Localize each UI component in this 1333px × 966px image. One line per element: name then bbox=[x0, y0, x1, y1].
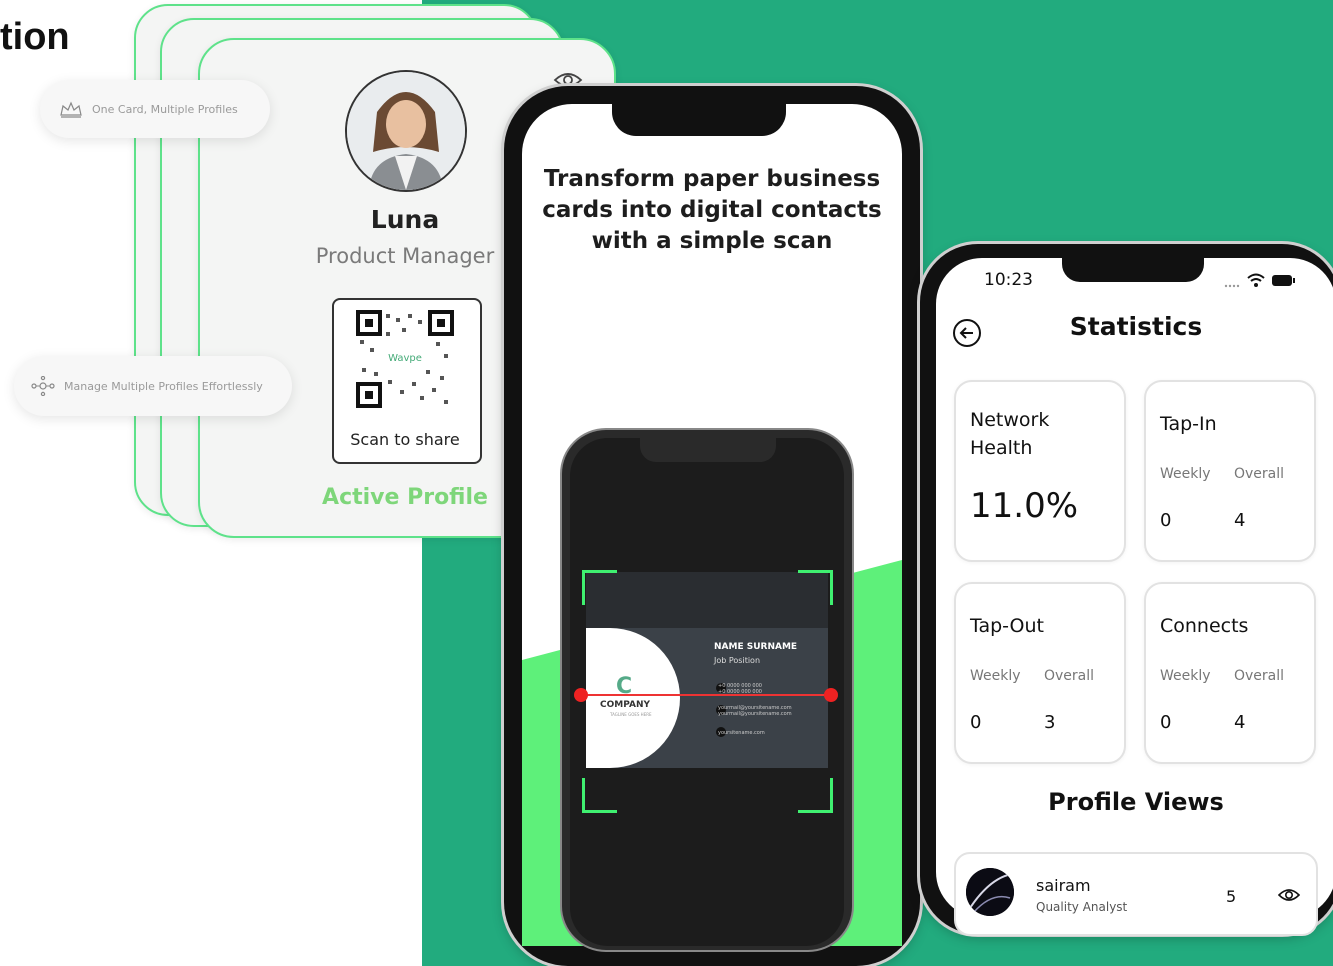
network-health-value: 11.0% bbox=[970, 486, 1079, 526]
connects-weekly-value: 0 bbox=[1160, 712, 1172, 733]
card-company: COMPANY bbox=[600, 700, 650, 710]
tap-out-weekly-value: 0 bbox=[970, 712, 982, 733]
scan-corner-top-left bbox=[582, 570, 617, 605]
network-icon bbox=[30, 376, 56, 396]
tap-out-label: Tap-Out bbox=[970, 615, 1044, 637]
connects-weekly-label: Weekly bbox=[1160, 668, 1211, 684]
inner-phone-notch bbox=[640, 438, 776, 462]
statistics-title: Statistics bbox=[1069, 312, 1203, 341]
status-time: 10:23 bbox=[984, 270, 1033, 290]
tap-in-weekly-label: Weekly bbox=[1160, 466, 1211, 482]
pill-label: One Card, Multiple Profiles bbox=[92, 102, 238, 116]
stats-phone-notch bbox=[1062, 254, 1204, 282]
headline-line: with a simple scan bbox=[591, 228, 833, 254]
scan-dot-left bbox=[574, 688, 588, 702]
network-health-label: Network Health bbox=[970, 406, 1049, 462]
tap-out-overall-label: Overall bbox=[1044, 668, 1095, 684]
wifi-icon bbox=[1247, 273, 1265, 287]
network-label-line: Network bbox=[970, 409, 1050, 431]
feature-pill-manage: Manage Multiple Profiles Effortlessly bbox=[14, 356, 292, 416]
scan-corner-bottom-left bbox=[582, 778, 617, 813]
viewer-name: sairam bbox=[1036, 876, 1091, 895]
status-bar-icons bbox=[1222, 272, 1312, 290]
pill-label: Manage Multiple Profiles Effortlessly bbox=[64, 379, 263, 393]
tap-out-overall-value: 3 bbox=[1044, 712, 1056, 733]
scan-dot-right bbox=[824, 688, 838, 702]
feature-pill-one-card: One Card, Multiple Profiles bbox=[40, 80, 270, 138]
scan-to-share-label: Scan to share bbox=[350, 430, 460, 449]
profile-name: Luna bbox=[370, 205, 440, 234]
connects-overall-label: Overall bbox=[1234, 668, 1285, 684]
tap-in-label: Tap-In bbox=[1160, 413, 1217, 435]
phone-notch bbox=[612, 100, 786, 136]
card-email-2: yourmail@yoursitename.com bbox=[718, 711, 792, 717]
eye-icon[interactable] bbox=[1278, 886, 1300, 904]
page-heading: tion bbox=[0, 16, 70, 58]
profile-views-title: Profile Views bbox=[1048, 788, 1224, 816]
connects-label: Connects bbox=[1160, 615, 1249, 637]
card-job: Job Position bbox=[714, 656, 761, 665]
avatar bbox=[345, 70, 467, 192]
scan-line bbox=[582, 694, 832, 696]
qr-code-icon: Wavpe bbox=[356, 310, 454, 408]
scanner-headline: Transform paper business cards into digi… bbox=[524, 164, 900, 257]
card-name: NAME SURNAME bbox=[714, 642, 798, 652]
qr-brand-text: Wavpe bbox=[388, 353, 422, 364]
headline-line: Transform paper business bbox=[543, 166, 881, 192]
back-arrow-icon[interactable] bbox=[952, 318, 982, 348]
headline-line: cards into digital contacts bbox=[542, 197, 882, 223]
health-label-line: Health bbox=[970, 437, 1033, 459]
crown-icon bbox=[58, 99, 84, 119]
business-card-shadow bbox=[586, 572, 828, 628]
view-count: 5 bbox=[1226, 887, 1237, 906]
scan-corner-top-right bbox=[798, 570, 833, 605]
battery-icon bbox=[1272, 275, 1295, 286]
card-tagline: TAGLINE GOES HERE bbox=[610, 712, 652, 717]
viewer-role: Quality Analyst bbox=[1036, 900, 1128, 914]
scan-corner-bottom-right bbox=[798, 778, 833, 813]
active-profile-status: Active Profile bbox=[322, 485, 488, 510]
signal-icon bbox=[1224, 284, 1240, 288]
card-site: yoursitename.com bbox=[718, 730, 765, 736]
tap-in-weekly-value: 0 bbox=[1160, 510, 1172, 531]
tap-out-weekly-label: Weekly bbox=[970, 668, 1021, 684]
tap-in-overall-value: 4 bbox=[1234, 510, 1246, 531]
connects-overall-value: 4 bbox=[1234, 712, 1246, 733]
tap-in-overall-label: Overall bbox=[1234, 466, 1285, 482]
profile-role: Product Manager bbox=[315, 244, 495, 268]
viewer-avatar bbox=[966, 868, 1014, 916]
